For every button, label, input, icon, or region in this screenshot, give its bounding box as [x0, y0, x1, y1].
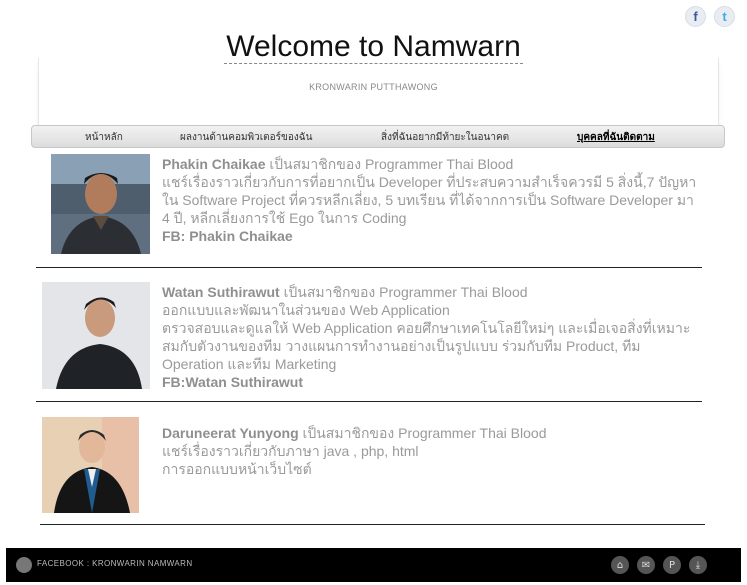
- page-title: Welcome to Namwarn: [0, 30, 747, 64]
- member-description: Phakin Chaikae เป็นสมาชิกของ Programmer …: [162, 155, 702, 245]
- member-photo: [51, 154, 150, 254]
- member-description: Watan Suthirawut เป็นสมาชิกของ Programme…: [162, 283, 702, 391]
- twitter-icon[interactable]: t: [714, 6, 735, 27]
- page-title-text: Welcome to Namwarn: [224, 30, 523, 64]
- member-bio-line: การออกแบบหน้าเว็บไซต์: [162, 461, 312, 477]
- member-bio-line: ออกแบบและพัฒนาในส่วนของ Web Application: [162, 302, 450, 318]
- nav-item-future-dreams[interactable]: สิ่งที่ฉันอยากมีท้ายะในอนาคต: [381, 130, 509, 145]
- footer-facebook-link[interactable]: FACEBOOK : KRONWARIN NAMWARN: [37, 559, 193, 568]
- member-photo: [42, 282, 150, 389]
- facebook-icon[interactable]: f: [685, 6, 706, 27]
- footer-logo-icon: [16, 557, 32, 573]
- member-affiliation: เป็นสมาชิกของ Programmer Thai Blood: [298, 425, 547, 441]
- header-panel: [38, 58, 719, 128]
- divider: [40, 524, 705, 525]
- page-subtitle: KRONWARIN PUTTHAWONG: [309, 82, 438, 92]
- download-icon[interactable]: ⤓: [689, 556, 707, 574]
- nav-item-people-i-follow[interactable]: บุคคลที่ฉันติดตาม: [577, 130, 655, 145]
- member-name[interactable]: Daruneerat Yunyong: [162, 425, 299, 441]
- member-affiliation: เป็นสมาชิกของ Programmer Thai Blood: [279, 284, 528, 300]
- member-name[interactable]: Phakin Chaikae: [162, 156, 266, 172]
- member-name[interactable]: Watan Suthirawut: [162, 284, 280, 300]
- social-links: f t: [685, 6, 735, 27]
- member-photo: [42, 417, 139, 513]
- member-affiliation: เป็นสมาชิกของ Programmer Thai Blood: [265, 156, 514, 172]
- nav-item-home[interactable]: หน้าหลัก: [85, 130, 123, 145]
- divider: [36, 401, 702, 402]
- divider: [36, 267, 702, 268]
- member-bio-line: ตรวจสอบและดูแลให้ Web Application คอยศึก…: [162, 320, 691, 372]
- main-navbar: หน้าหลัก ผลงานด้านคอมพิวเตอร์ของฉัน สิ่ง…: [31, 125, 725, 148]
- member-facebook[interactable]: FB:Watan Suthirawut: [162, 374, 303, 390]
- member-facebook[interactable]: FB: Phakin Chaikae: [162, 228, 293, 244]
- member-bio-line: แชร์เรื่องราวเกี่ยวกับภาษา java , php, h…: [162, 443, 419, 459]
- mail-icon[interactable]: ✉: [637, 556, 655, 574]
- member-description: Daruneerat Yunyong เป็นสมาชิกของ Program…: [162, 424, 702, 478]
- pinterest-icon[interactable]: P: [663, 556, 681, 574]
- footer-icons: ⌂ ✉ P ⤓: [611, 556, 707, 574]
- nav-item-computer-works[interactable]: ผลงานด้านคอมพิวเตอร์ของฉัน: [180, 130, 312, 145]
- home-icon[interactable]: ⌂: [611, 556, 629, 574]
- footer: FACEBOOK : KRONWARIN NAMWARN ⌂ ✉ P ⤓: [6, 548, 741, 582]
- member-bio-line: แชร์เรื่องราวเกี่ยวกับการที่อยากเป็น Dev…: [162, 174, 697, 226]
